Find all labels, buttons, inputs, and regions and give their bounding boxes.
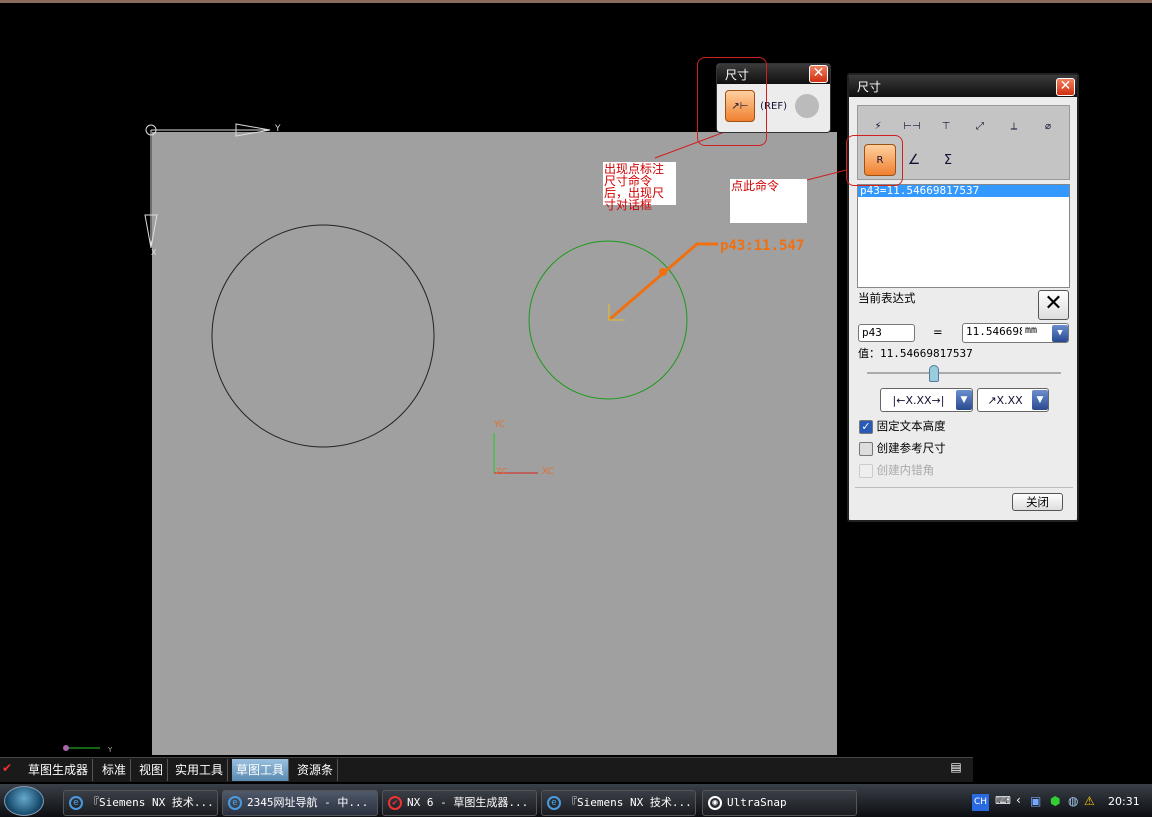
tab-sketch-tools[interactable]: 草图工具 bbox=[232, 759, 290, 781]
placement-value: |←X.XX→| bbox=[892, 393, 945, 407]
taskbar-item[interactable]: e 2345网址导航 - 中... bbox=[222, 790, 378, 816]
toolbar-tabs: ✔ 草图生成器 标准 视图 实用工具 草图工具 资源条 ▤ bbox=[0, 757, 973, 782]
vertical-icon[interactable]: ⊤ bbox=[930, 110, 962, 142]
checkbox-label: 固定文本高度 bbox=[876, 419, 946, 433]
text-size-slider[interactable] bbox=[867, 372, 1061, 374]
small-axis-label: Y bbox=[107, 746, 113, 754]
ie-icon: e bbox=[228, 796, 242, 810]
checkbox-checked-icon[interactable]: ✓ bbox=[859, 419, 873, 434]
checkbox-fixed-text-height[interactable]: ✓ 固定文本高度 bbox=[859, 418, 946, 434]
delete-icon[interactable]: ✕ bbox=[1038, 290, 1069, 320]
taskbar: e 『Siemens NX 技术... e 2345网址导航 - 中... ✔ NX … bbox=[0, 784, 1152, 817]
checkbox-label: 创建参考尺寸 bbox=[876, 441, 946, 455]
checkbox-create-alternate-angle: 创建内错角 bbox=[859, 462, 934, 478]
expression-name-input[interactable]: p43 bbox=[858, 324, 915, 342]
nx-icon: ✔ bbox=[388, 796, 402, 810]
slider-thumb[interactable] bbox=[929, 365, 939, 382]
annotation-note-2: 点此命令 bbox=[730, 179, 807, 223]
volume-icon[interactable]: ◍ bbox=[1068, 794, 1078, 808]
toolbar-options-icon[interactable]: ▤ bbox=[946, 760, 966, 780]
disabled-dimension-icon bbox=[792, 90, 822, 122]
keyboard-icon[interactable]: ⌨ bbox=[995, 794, 1011, 807]
ie-icon: e bbox=[69, 796, 83, 810]
tab-sketcher[interactable]: 草图生成器 bbox=[24, 759, 94, 781]
checkbox-disabled-icon bbox=[859, 463, 873, 478]
taskbar-item[interactable]: e 『Siemens NX 技术... bbox=[63, 790, 218, 816]
taskbar-item[interactable]: e 『Siemens NX 技术... bbox=[541, 790, 696, 816]
list-item[interactable]: p43=11.54669817537 bbox=[858, 185, 1069, 197]
dropdown-arrow-icon[interactable]: ▼ bbox=[956, 390, 972, 410]
value-label: 值：11.54669817537 bbox=[858, 347, 973, 360]
equals-label: = bbox=[933, 325, 943, 339]
divider bbox=[855, 487, 1073, 488]
dialog-title: 尺寸 bbox=[857, 80, 882, 94]
camera-icon: ◉ bbox=[708, 796, 722, 810]
taskbar-item[interactable]: ✔ NX 6 - 草图生成器... bbox=[382, 790, 537, 816]
network-icon[interactable]: ▣ bbox=[1030, 794, 1041, 808]
nx-icon: ✔ bbox=[2, 761, 13, 775]
warning-icon[interactable]: ⚠ bbox=[1084, 794, 1095, 808]
taskbar-item[interactable]: ◉ UltraSnap bbox=[702, 790, 857, 816]
perimeter-icon[interactable]: Σ bbox=[932, 144, 964, 176]
small-axis: Y bbox=[63, 745, 113, 754]
unit-dropdown-icon[interactable]: ▼ bbox=[1052, 325, 1068, 342]
clock[interactable]: 20:31 bbox=[1108, 795, 1140, 808]
tray-expand-icon[interactable]: ‹ bbox=[1016, 793, 1021, 807]
tab-standard[interactable]: 标准 bbox=[98, 759, 132, 781]
ime-indicator[interactable]: CH bbox=[972, 794, 989, 811]
ie-icon: e bbox=[547, 796, 561, 810]
checkbox-label: 创建内错角 bbox=[876, 463, 935, 477]
window-border bbox=[0, 0, 1152, 3]
parallel-icon[interactable]: ⤢ bbox=[964, 110, 996, 142]
checkbox-icon[interactable] bbox=[859, 441, 873, 456]
tab-view[interactable]: 视图 bbox=[135, 759, 169, 781]
current-expression-label: 当前表达式 bbox=[858, 291, 916, 305]
dropdown-arrow-icon[interactable]: ▼ bbox=[1032, 390, 1048, 410]
highlight-box-2 bbox=[846, 135, 903, 186]
expression-value-input[interactable]: 11.546698 mm ▼ bbox=[962, 323, 1069, 343]
expression-value: 11.546698 bbox=[966, 325, 1022, 338]
start-button[interactable] bbox=[4, 786, 44, 816]
placement-dropdown[interactable]: |←X.XX→| ▼ bbox=[880, 388, 973, 412]
checkbox-create-reference[interactable]: 创建参考尺寸 bbox=[859, 440, 946, 456]
annotation-note-1: 出现点标注尺寸命令后，出现尺寸对话框 bbox=[603, 162, 676, 211]
tab-resource-bar[interactable]: 资源条 bbox=[293, 759, 339, 781]
close-icon[interactable]: ✕ bbox=[809, 65, 828, 83]
leader-dropdown[interactable]: ↗X.XX ▼ bbox=[977, 388, 1049, 412]
leader-value: ↗X.XX bbox=[987, 393, 1023, 407]
tab-utilities[interactable]: 实用工具 bbox=[171, 759, 229, 781]
close-icon[interactable]: ✕ bbox=[1056, 78, 1075, 96]
diameter-icon[interactable]: ⌀ bbox=[1032, 110, 1064, 142]
perpendicular-icon[interactable]: ⟂ bbox=[998, 110, 1030, 142]
graphics-canvas[interactable] bbox=[152, 132, 837, 755]
highlight-box-1 bbox=[697, 57, 767, 146]
unit-label: mm bbox=[1025, 325, 1038, 336]
dimension-list[interactable]: p43=11.54669817537 bbox=[857, 184, 1070, 288]
close-button[interactable]: 关闭 bbox=[1012, 493, 1063, 511]
security-icon[interactable]: ⬢ bbox=[1050, 794, 1060, 808]
